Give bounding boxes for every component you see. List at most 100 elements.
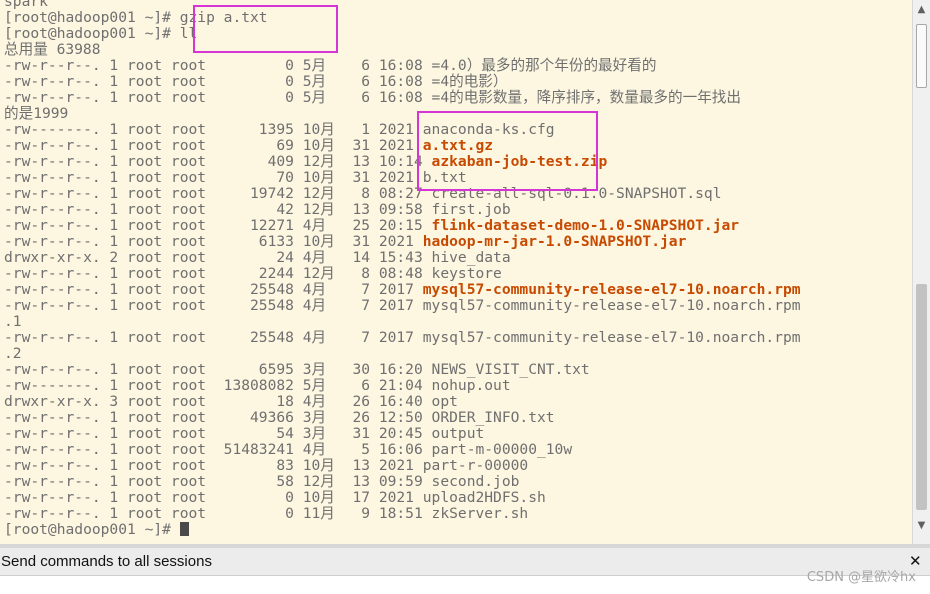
file-attributes: -rw-r--r--. 1 root root 0 10月 17 2021 — [4, 489, 423, 506]
file-attributes: -rw-r--r--. 1 root root 49366 3月 26 12:5… — [4, 409, 432, 426]
terminal-line: [root@hadoop001 ~]# — [4, 522, 801, 538]
file-attributes: -rw-r--r--. 1 root root 0 5月 6 16:08 — [4, 89, 432, 106]
terminal-line: -rw-r--r--. 1 root root 0 5月 6 16:08 =4的… — [4, 90, 801, 106]
terminal-line: [root@hadoop001 ~]# ll — [4, 26, 801, 42]
file-attributes: -rw-------. 1 root root 13808082 5月 6 21… — [4, 377, 432, 394]
send-commands-bar[interactable]: Send commands to all sessions ✕ — [0, 548, 930, 576]
file-name: NEWS_VISIT_CNT.txt — [431, 361, 590, 378]
file-attributes: -rw-r--r--. 1 root root 58 12月 13 09:59 — [4, 473, 432, 490]
line-text: 的是1999 — [4, 105, 69, 122]
terminal-line: 的是1999 — [4, 106, 801, 122]
file-name: ORDER_INFO.txt — [431, 409, 555, 426]
file-attributes: -rw-r--r--. 1 root root 19742 12月 8 08:2… — [4, 185, 432, 202]
line-text: .2 — [4, 345, 22, 362]
file-name: upload2HDFS.sh — [422, 489, 546, 506]
scroll-track-marker — [916, 24, 927, 88]
file-name: =4的电影） — [431, 73, 508, 90]
terminal-line: -rw-r--r--. 1 root root 49366 3月 26 12:5… — [4, 410, 801, 426]
terminal-lines: spark [root@hadoop001 ~]# gzip a.txt [root… — [4, 0, 801, 538]
bottom-strip — [0, 576, 930, 594]
terminal-line: -rw-------. 1 root root 13808082 5月 6 21… — [4, 378, 801, 394]
file-attributes: -rw-r--r--. 1 root root 409 12月 13 10:14 — [4, 153, 432, 170]
file-attributes: -rw-r--r--. 1 root root 70 10月 31 2021 — [4, 169, 423, 186]
file-attributes: -rw-r--r--. 1 root root 51483241 4月 5 16… — [4, 441, 432, 458]
terminal-line: -rw-r--r--. 1 root root 25548 4月 7 2017 … — [4, 298, 801, 314]
terminal-line: -rw-r--r--. 1 root root 409 12月 13 10:14… — [4, 154, 801, 170]
line-text: 总用量 63988 — [4, 41, 101, 58]
file-attributes: -rw-r--r--. 1 root root 69 10月 31 2021 — [4, 137, 423, 154]
file-attributes: -rw-r--r--. 1 root root 2244 12月 8 08:48 — [4, 265, 432, 282]
terminal-line: -rw-r--r--. 1 root root 6133 10月 31 2021… — [4, 234, 801, 250]
scrollbar[interactable]: ▲ ▼ — [912, 0, 930, 544]
file-attributes: -rw-r--r--. 1 root root 0 5月 6 16:08 — [4, 57, 432, 74]
file-name: =4.0）最多的那个年份的最好看的 — [431, 57, 657, 74]
terminal-line: -rw-r--r--. 1 root root 58 12月 13 09:59 … — [4, 474, 801, 490]
terminal-line: -rw-r--r--. 1 root root 69 10月 31 2021 a… — [4, 138, 801, 154]
terminal-line: -rw-------. 1 root root 1395 10月 1 2021 … — [4, 122, 801, 138]
file-name: hadoop-mr-jar-1.0-SNAPSHOT.jar — [422, 233, 687, 250]
scroll-thumb[interactable] — [916, 284, 927, 510]
file-name: second.job — [431, 473, 520, 490]
file-name: output — [431, 425, 485, 442]
file-attributes: -rw-r--r--. 1 root root 83 10月 13 2021 — [4, 457, 423, 474]
scroll-up-icon[interactable]: ▲ — [913, 1, 930, 19]
line-text: [root@hadoop001 ~]# — [4, 521, 180, 538]
file-attributes: drwxr-xr-x. 3 root root 18 4月 26 16:40 — [4, 393, 432, 410]
file-name: first.job — [431, 201, 511, 218]
file-attributes: drwxr-xr-x. 2 root root 24 4月 14 15:43 — [4, 249, 432, 266]
terminal-line: -rw-r--r--. 1 root root 0 5月 6 16:08 =4.… — [4, 58, 801, 74]
file-attributes: -rw-r--r--. 1 root root 54 3月 31 20:45 — [4, 425, 432, 442]
line-text: [root@hadoop001 ~]# ll — [4, 25, 198, 42]
file-name: mysql57-community-release-el7-10.noarch.… — [422, 297, 801, 314]
file-name: hive_data — [431, 249, 511, 266]
file-attributes: -rw-r--r--. 1 root root 6595 3月 30 16:20 — [4, 361, 432, 378]
terminal-line: drwxr-xr-x. 3 root root 18 4月 26 16:40 o… — [4, 394, 801, 410]
file-name: mysql57-community-release-el7-10.noarch.… — [422, 329, 801, 346]
file-name: keystore — [431, 265, 502, 282]
terminal-line: -rw-r--r--. 1 root root 2244 12月 8 08:48… — [4, 266, 801, 282]
terminal-line: -rw-r--r--. 1 root root 51483241 4月 5 16… — [4, 442, 801, 458]
file-name: nohup.out — [431, 377, 511, 394]
send-commands-label: Send commands to all sessions — [1, 553, 212, 570]
file-attributes: -rw-r--r--. 1 root root 25548 4月 7 2017 — [4, 281, 423, 298]
terminal-line: -rw-r--r--. 1 root root 12271 4月 25 20:1… — [4, 218, 801, 234]
terminal-line: 总用量 63988 — [4, 42, 801, 58]
terminal-line: -rw-r--r--. 1 root root 83 10月 13 2021 p… — [4, 458, 801, 474]
terminal-output[interactable]: spark [root@hadoop001 ~]# gzip a.txt [root… — [0, 0, 912, 544]
terminal-line: -rw-r--r--. 1 root root 25548 4月 7 2017 … — [4, 282, 801, 298]
file-name: zkServer.sh — [431, 505, 529, 522]
terminal-line: [root@hadoop001 ~]# gzip a.txt — [4, 10, 801, 26]
file-name: =4的电影数量，降序排序，数量最多的一年找出 — [431, 89, 741, 106]
terminal-line: -rw-r--r--. 1 root root 6595 3月 30 16:20… — [4, 362, 801, 378]
watermark: CSDN @星欲冷hx — [806, 570, 916, 585]
terminal-line: -rw-r--r--. 1 root root 25548 4月 7 2017 … — [4, 330, 801, 346]
file-attributes: -rw-r--r--. 1 root root 0 5月 6 16:08 — [4, 73, 432, 90]
annotation-box-files — [417, 111, 598, 191]
terminal-line: drwxr-xr-x. 2 root root 24 4月 14 15:43 h… — [4, 250, 801, 266]
terminal-line: -rw-r--r--. 1 root root 70 10月 31 2021 b… — [4, 170, 801, 186]
terminal-cursor — [179, 522, 189, 536]
file-attributes: -rw-r--r--. 1 root root 6133 10月 31 2021 — [4, 233, 423, 250]
file-attributes: -rw-r--r--. 1 root root 42 12月 13 09:58 — [4, 201, 432, 218]
terminal-line: -rw-r--r--. 1 root root 42 12月 13 09:58 … — [4, 202, 801, 218]
scroll-down-icon[interactable]: ▼ — [913, 517, 930, 535]
file-attributes: -rw-------. 1 root root 1395 10月 1 2021 — [4, 121, 423, 138]
file-attributes: -rw-r--r--. 1 root root 0 11月 9 18:51 — [4, 505, 432, 522]
terminal-line: -rw-r--r--. 1 root root 0 11月 9 18:51 zk… — [4, 506, 801, 522]
file-name: part-r-00000 — [422, 457, 529, 474]
file-name: opt — [431, 393, 458, 410]
terminal-line: -rw-r--r--. 1 root root 0 5月 6 16:08 =4的… — [4, 74, 801, 90]
file-attributes: -rw-r--r--. 1 root root 25548 4月 7 2017 — [4, 329, 423, 346]
terminal-line: -rw-r--r--. 1 root root 54 3月 31 20:45 o… — [4, 426, 801, 442]
file-attributes: -rw-r--r--. 1 root root 25548 4月 7 2017 — [4, 297, 423, 314]
terminal-line: -rw-r--r--. 1 root root 0 10月 17 2021 up… — [4, 490, 801, 506]
terminal-line: -rw-r--r--. 1 root root 19742 12月 8 08:2… — [4, 186, 801, 202]
line-text: .1 — [4, 313, 22, 330]
terminal-line: .1 — [4, 314, 801, 330]
annotation-box-command — [193, 5, 338, 53]
terminal-line: .2 — [4, 346, 801, 362]
file-attributes: -rw-r--r--. 1 root root 12271 4月 25 20:1… — [4, 217, 432, 234]
file-name: part-m-00000_10w — [431, 441, 573, 458]
file-name: mysql57-community-release-el7-10.noarch.… — [422, 281, 801, 298]
file-name: flink-dataset-demo-1.0-SNAPSHOT.jar — [431, 217, 740, 234]
